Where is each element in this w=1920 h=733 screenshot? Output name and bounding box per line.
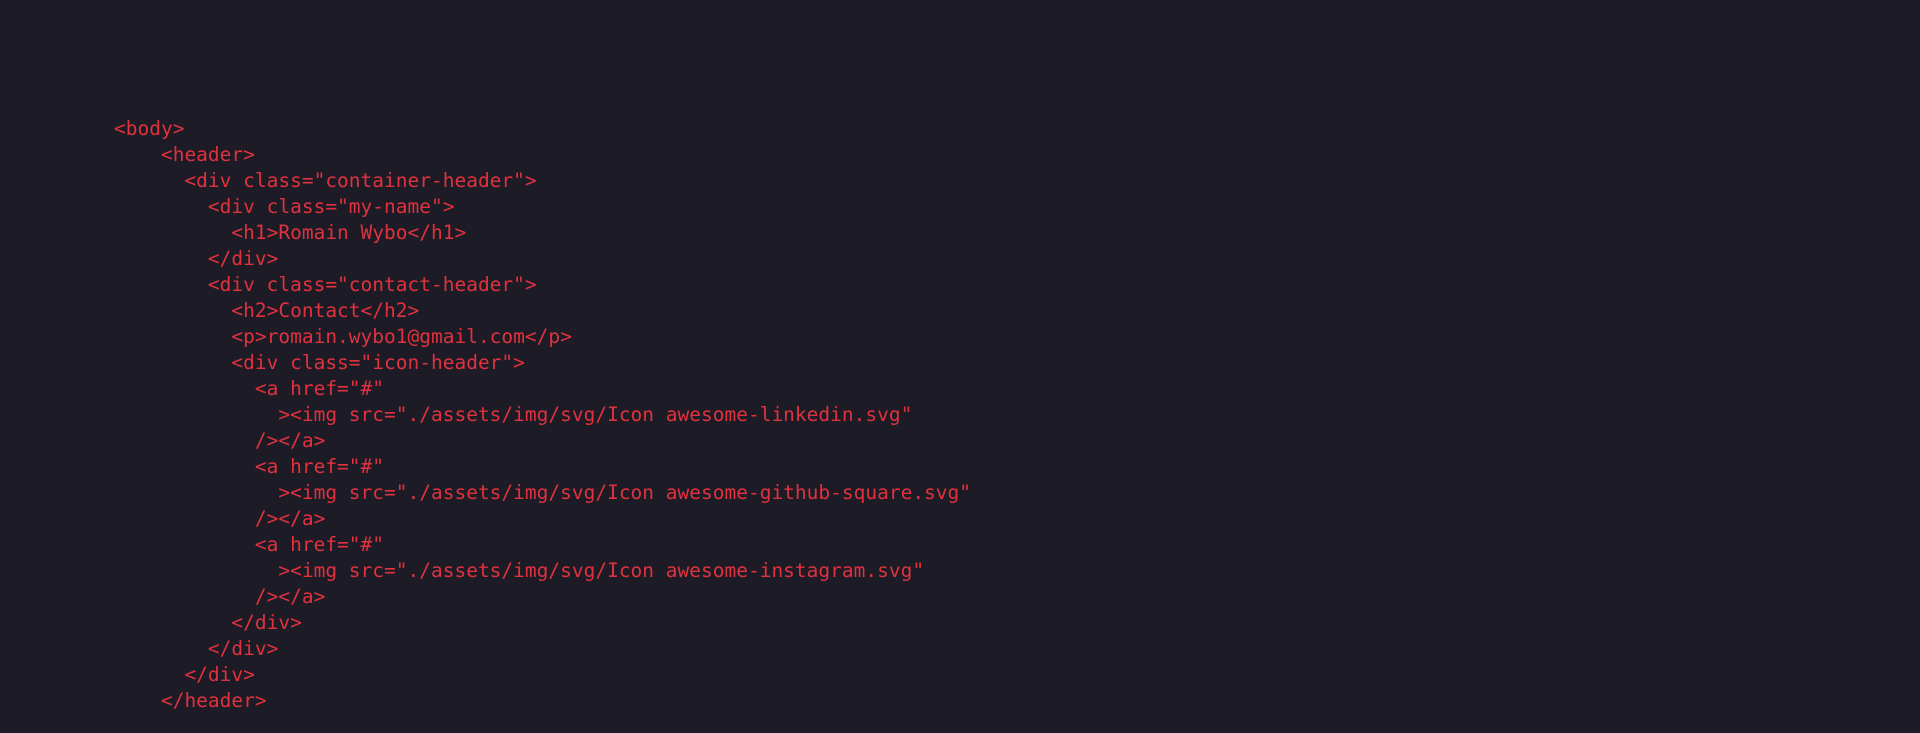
code-line: <div class="my-name"> xyxy=(114,195,455,218)
code-line: <a href="#" xyxy=(114,377,385,400)
code-line: </header> xyxy=(114,689,267,712)
code-line: <a href="#" xyxy=(114,455,385,478)
code-line: ><img src="./assets/img/svg/Icon awesome… xyxy=(114,403,913,426)
code-line: <div class="icon-header"> xyxy=(114,351,525,374)
code-line: ><img src="./assets/img/svg/Icon awesome… xyxy=(114,481,972,504)
code-line: <div class="contact-header"> xyxy=(114,273,537,296)
code-line: <a href="#" xyxy=(114,533,385,556)
code-line: </div> xyxy=(114,637,279,660)
code-line: <p>romain.wybo1@gmail.com</p> xyxy=(114,325,572,348)
code-line: <h2>Contact</h2> xyxy=(114,299,420,322)
code-line: <body> xyxy=(114,117,185,140)
code-line: <header> xyxy=(114,143,255,166)
code-line: /></a> xyxy=(114,585,326,608)
code-line: <h1>Romain Wybo</h1> xyxy=(114,221,467,244)
code-line: /></a> xyxy=(114,429,326,452)
code-line: </div> xyxy=(114,247,279,270)
code-view: <body> <header> <div class="container-he… xyxy=(0,0,1920,733)
code-line: ><img src="./assets/img/svg/Icon awesome… xyxy=(114,559,925,582)
code-line: </div> xyxy=(114,663,255,686)
code-block[interactable]: <body> <header> <div class="container-he… xyxy=(114,116,971,714)
code-line: </div> xyxy=(114,611,302,634)
code-line: <div class="container-header"> xyxy=(114,169,537,192)
code-line: /></a> xyxy=(114,507,326,530)
